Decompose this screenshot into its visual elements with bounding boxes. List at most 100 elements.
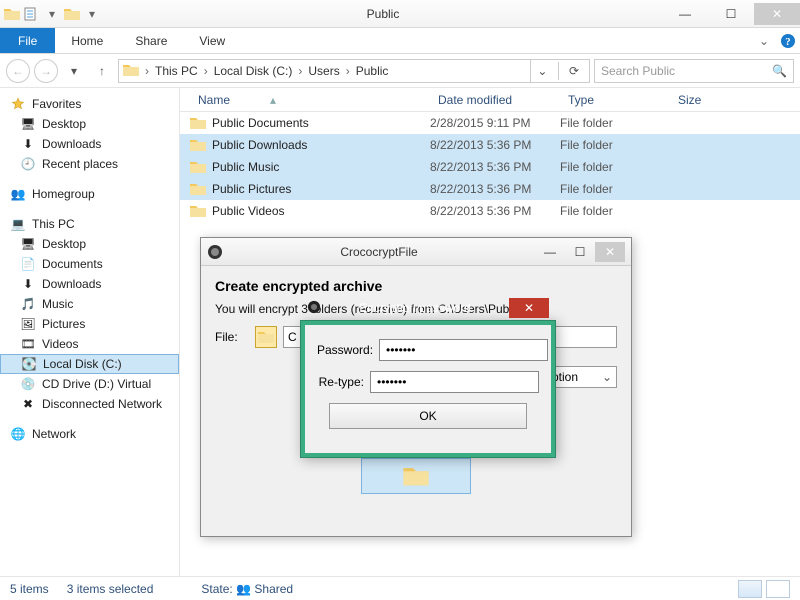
minimize-button[interactable]: —	[662, 3, 708, 25]
sidebar-item-disconnected-net[interactable]: ✖Disconnected Network	[0, 394, 179, 414]
chevron-down-icon[interactable]: ▾	[44, 6, 60, 22]
sidebar-item-recent[interactable]: 🕘Recent places	[0, 154, 179, 174]
ribbon: File Home Share View ⌄ ?	[0, 28, 800, 54]
window-title: Public	[104, 7, 662, 21]
retype-label: Re-type:	[317, 375, 364, 389]
sidebar-item-cd-drive[interactable]: 💿CD Drive (D:) Virtual	[0, 374, 179, 394]
window-controls: — ☐ ✕	[662, 3, 800, 25]
share-tab[interactable]: Share	[119, 28, 183, 53]
details-view-button[interactable]	[738, 580, 762, 598]
sidebar-item-local-disk[interactable]: 💽Local Disk (C:)	[0, 354, 179, 374]
file-type: File folder	[560, 160, 670, 174]
refresh-icon[interactable]: ⟳	[563, 64, 585, 78]
breadcrumb-separator	[143, 64, 151, 78]
file-tab[interactable]: File	[0, 28, 55, 53]
dialog-minimize-button[interactable]: —	[535, 242, 565, 262]
dialog-titlebar[interactable]: CrococryptFile — ☐ ✕	[201, 238, 631, 266]
close-button[interactable]: ✕	[754, 3, 800, 25]
view-tab[interactable]: View	[183, 28, 241, 53]
chevron-down-icon: ⌄	[602, 370, 612, 384]
file-name: Public Documents	[212, 116, 309, 130]
password-dialog-title: Encryption password	[321, 301, 509, 315]
quick-access-toolbar: ▾ ▾	[0, 6, 104, 22]
status-item-count: 5 items	[10, 582, 49, 596]
column-size[interactable]: Size	[670, 93, 750, 107]
up-button[interactable]: ↑	[90, 59, 114, 83]
maximize-button[interactable]: ☐	[708, 3, 754, 25]
chevron-down-icon[interactable]: ▾	[84, 6, 100, 22]
breadcrumb-segment[interactable]: This PC	[155, 64, 198, 78]
downloads-icon: ⬇	[20, 276, 36, 292]
shared-icon: 👥	[236, 582, 251, 596]
homegroup-item[interactable]: 👥Homegroup	[0, 184, 179, 204]
search-input[interactable]: Search Public 🔍	[594, 59, 794, 83]
file-date: 8/22/2013 5:36 PM	[430, 182, 560, 196]
sidebar-item-music[interactable]: 🎵Music	[0, 294, 179, 314]
dialog-close-button[interactable]: ✕	[595, 242, 625, 262]
status-selected-count: 3 items selected	[67, 582, 154, 596]
star-icon	[10, 96, 26, 112]
documents-icon: 📄	[20, 256, 36, 272]
file-name: Public Videos	[212, 204, 285, 218]
network-icon: 🌐	[10, 426, 26, 442]
file-row[interactable]: Public Music8/22/2013 5:36 PMFile folder	[180, 156, 800, 178]
folder-open-icon[interactable]	[64, 6, 80, 22]
browse-folder-button[interactable]	[255, 326, 277, 348]
sidebar-item-videos[interactable]: 🎞Videos	[0, 334, 179, 354]
svg-text:?: ?	[785, 36, 791, 48]
favorites-group[interactable]: Favorites	[0, 94, 179, 114]
desktop-icon: 🖥	[20, 236, 36, 252]
status-state: State: 👥 Shared	[201, 582, 293, 596]
forward-button[interactable]: →	[34, 59, 58, 83]
target-folder-preview	[361, 458, 471, 494]
file-type: File folder	[560, 204, 670, 218]
breadcrumb-segment[interactable]: Users	[308, 64, 339, 78]
breadcrumb-segment[interactable]: Local Disk (C:)	[214, 64, 293, 78]
sidebar-item-downloads[interactable]: ⬇Downloads	[0, 274, 179, 294]
help-icon[interactable]: ?	[776, 28, 800, 53]
file-type: File folder	[560, 182, 670, 196]
column-date[interactable]: Date modified	[430, 93, 560, 107]
thumbnails-view-button[interactable]	[766, 580, 790, 598]
recent-locations-button[interactable]: ▾	[62, 59, 86, 83]
file-row[interactable]: Public Downloads8/22/2013 5:36 PMFile fo…	[180, 134, 800, 156]
back-button[interactable]: ←	[6, 59, 30, 83]
ok-button[interactable]: OK	[329, 403, 527, 429]
sidebar-item-downloads[interactable]: ⬇Downloads	[0, 134, 179, 154]
password-input[interactable]	[379, 339, 548, 361]
window-titlebar: ▾ ▾ Public — ☐ ✕	[0, 0, 800, 28]
address-bar-row: ← → ▾ ↑ This PC Local Disk (C:) Users Pu…	[0, 54, 800, 88]
file-row[interactable]: Public Pictures8/22/2013 5:36 PMFile fol…	[180, 178, 800, 200]
ribbon-expand-icon[interactable]: ⌄	[752, 28, 776, 53]
password-dialog-titlebar[interactable]: Encryption password ✕	[301, 297, 555, 319]
file-label: File:	[215, 330, 249, 344]
network-group[interactable]: 🌐Network	[0, 424, 179, 444]
file-date: 2/28/2015 9:11 PM	[430, 116, 560, 130]
retype-input[interactable]	[370, 371, 539, 393]
music-icon: 🎵	[20, 296, 36, 312]
new-folder-icon[interactable]	[24, 6, 40, 22]
search-placeholder: Search Public	[601, 64, 675, 78]
file-row[interactable]: Public Documents2/28/2015 9:11 PMFile fo…	[180, 112, 800, 134]
sidebar-item-desktop[interactable]: 🖥Desktop	[0, 234, 179, 254]
folder-icon	[4, 6, 20, 22]
address-dropdown-icon[interactable]: ⌄	[530, 59, 554, 83]
column-type[interactable]: Type	[560, 93, 670, 107]
home-tab[interactable]: Home	[55, 28, 119, 53]
this-pc-group[interactable]: 💻This PC	[0, 214, 179, 234]
file-date: 8/22/2013 5:36 PM	[430, 138, 560, 152]
column-name[interactable]: Name▴	[190, 93, 430, 107]
dialog-maximize-button[interactable]: ☐	[565, 242, 595, 262]
breadcrumb-segment[interactable]: Public	[356, 64, 389, 78]
file-row[interactable]: Public Videos8/22/2013 5:36 PMFile folde…	[180, 200, 800, 222]
dialog-title: CrococryptFile	[223, 245, 535, 259]
disc-icon: 💿	[20, 376, 36, 392]
status-bar: 5 items 3 items selected State: 👥 Shared	[0, 576, 800, 600]
sidebar-item-desktop[interactable]: 🖥Desktop	[0, 114, 179, 134]
breadcrumb[interactable]: This PC Local Disk (C:) Users Public ⌄ ⟳	[118, 59, 590, 83]
dialog-heading: Create encrypted archive	[215, 278, 617, 294]
app-icon	[307, 300, 321, 317]
sidebar-item-documents[interactable]: 📄Documents	[0, 254, 179, 274]
sidebar-item-pictures[interactable]: 🖼Pictures	[0, 314, 179, 334]
password-dialog-close-button[interactable]: ✕	[509, 298, 549, 318]
